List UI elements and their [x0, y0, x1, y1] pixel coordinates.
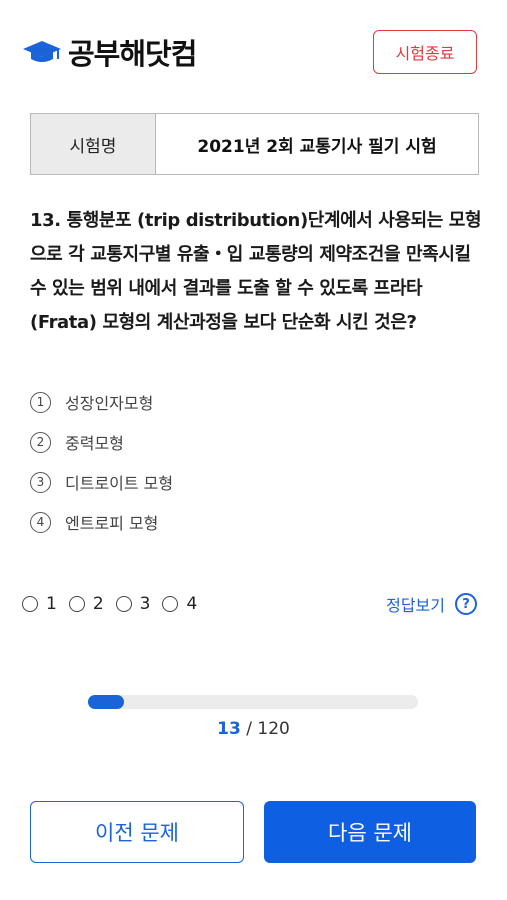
option-item: 2 중력모형 — [30, 422, 173, 462]
option-number: 4 — [30, 511, 51, 533]
exam-name-value: 2021년 2회 교통기사 필기 시험 — [197, 136, 437, 157]
show-answer-label: 정답보기 — [386, 596, 445, 615]
options-list: 1 성장인자모형 2 중력모형 3 디트로이트 모형 4 엔트로피 모형 — [30, 382, 173, 542]
prev-question-button[interactable]: 이전 문제 — [30, 801, 244, 863]
question-text: 13. 통행분포 (trip distribution)단계에서 사용되는 모형… — [30, 210, 482, 333]
radio-label: 1 — [46, 594, 57, 614]
progress-fill — [88, 695, 124, 709]
answer-row: 1 2 3 4 정답보기 ? — [22, 590, 477, 618]
progress-bar — [88, 695, 418, 709]
progress-separator: / — [240, 719, 258, 739]
answer-radio-3[interactable]: 3 — [115, 594, 151, 614]
app-header: 공부해닷컴 시험종료 — [22, 28, 477, 76]
radio-circle-icon[interactable] — [68, 596, 85, 612]
exam-name-label: 시험명 — [31, 114, 156, 174]
answer-radio-4[interactable]: 4 — [162, 594, 197, 614]
logo[interactable]: 공부해닷컴 — [22, 31, 197, 73]
graduation-cap-icon — [23, 41, 61, 62]
option-text: 엔트로피 모형 — [65, 514, 159, 533]
logo-text: 공부해닷컴 — [68, 37, 197, 71]
option-text: 중력모형 — [65, 434, 124, 453]
end-exam-button[interactable]: 시험종료 — [373, 30, 477, 74]
next-question-button[interactable]: 다음 문제 — [264, 801, 476, 863]
option-item: 4 엔트로피 모형 — [30, 502, 173, 542]
progress-total: 120 — [257, 719, 290, 739]
progress-current: 13 — [217, 719, 241, 739]
radio-circle-icon[interactable] — [162, 596, 179, 612]
answer-radio-2[interactable]: 2 — [68, 594, 104, 614]
radio-label: 2 — [92, 594, 104, 614]
radio-circle-icon[interactable] — [22, 596, 38, 612]
answer-radio-group: 1 2 3 4 — [22, 594, 209, 614]
option-item: 3 디트로이트 모형 — [30, 462, 173, 502]
option-text: 성장인자모형 — [65, 394, 154, 413]
exam-info-table: 시험명 2021년 2회 교통기사 필기 시험 — [30, 113, 479, 175]
radio-label: 3 — [139, 594, 151, 614]
option-number: 1 — [30, 391, 51, 413]
option-text: 디트로이트 모형 — [65, 474, 174, 493]
answer-radio-1[interactable]: 1 — [22, 594, 57, 614]
show-answer-button[interactable]: 정답보기 ? — [386, 592, 477, 616]
option-number: 2 — [30, 431, 51, 453]
radio-circle-icon[interactable] — [115, 596, 132, 612]
option-number: 3 — [30, 471, 51, 493]
help-icon[interactable]: ? — [455, 593, 477, 615]
radio-label: 4 — [186, 594, 198, 614]
progress-counter: 13 / 120 — [0, 719, 507, 739]
option-item: 1 성장인자모형 — [30, 382, 173, 422]
